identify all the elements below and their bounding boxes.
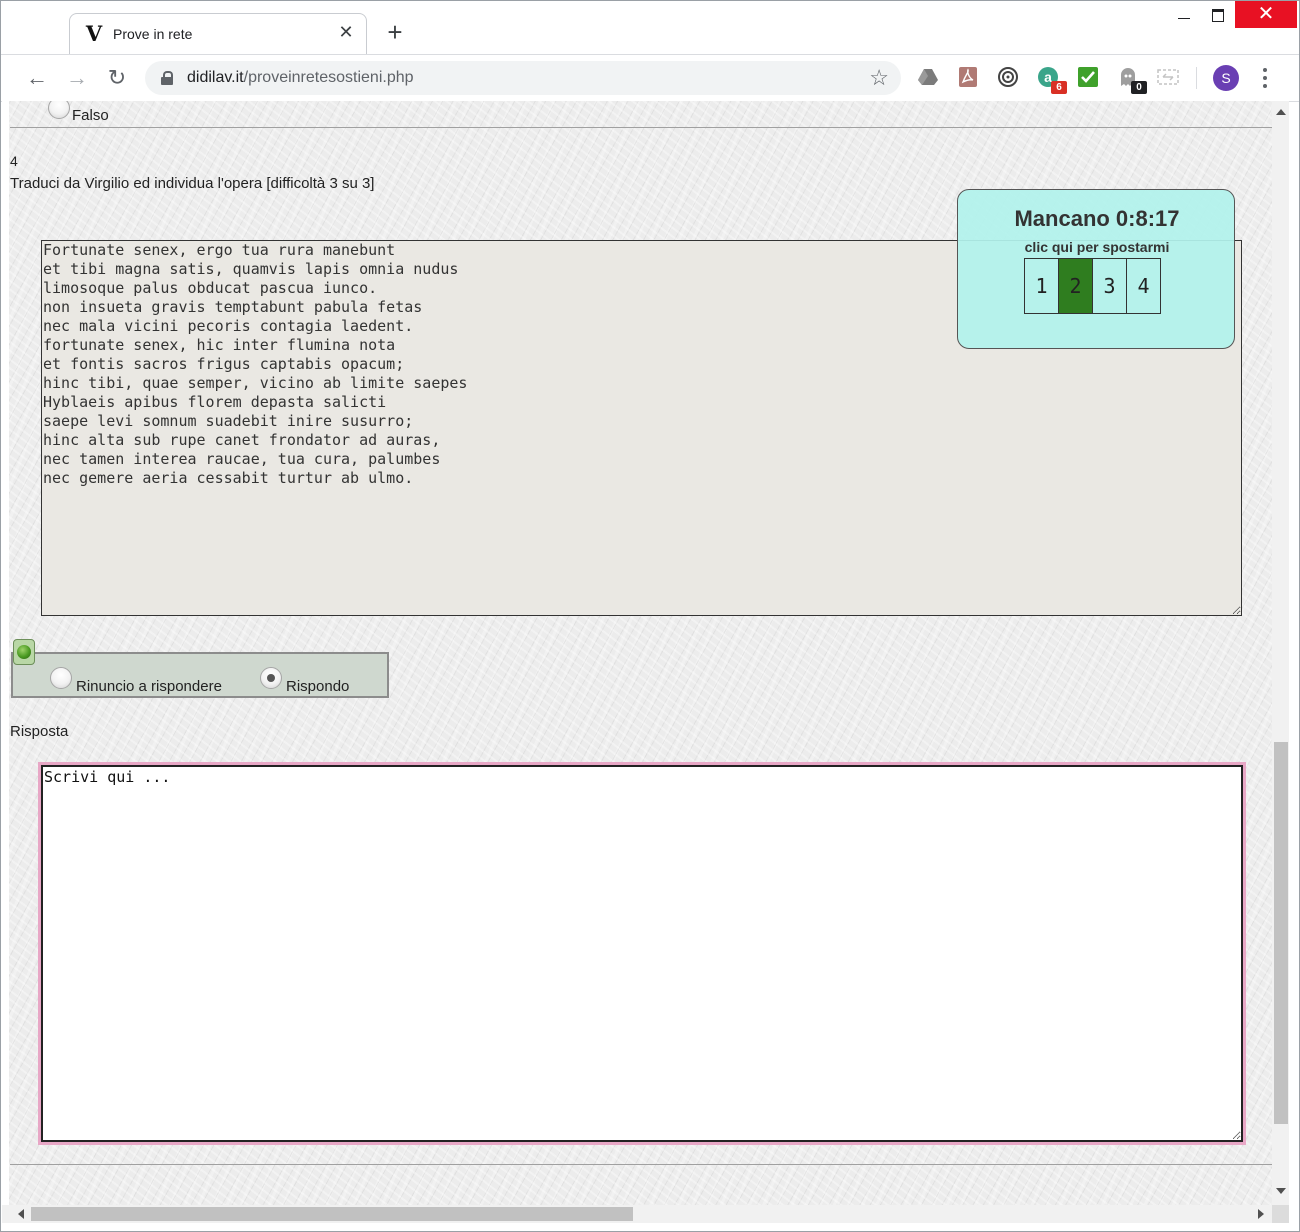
timer-countdown: Mancano 0:8:17 <box>1014 206 1180 231</box>
browser-window: V Prove in rete ✕ + ✕ ← → ↻ didilav.it/p… <box>0 0 1300 1232</box>
bookmark-star-icon[interactable]: ☆ <box>869 66 889 90</box>
grid-extension-icon[interactable] <box>1157 66 1179 88</box>
answer-heading: Risposta <box>10 723 69 740</box>
lock-icon[interactable] <box>161 71 173 85</box>
pdf-icon[interactable] <box>957 66 979 88</box>
new-tab-icon[interactable]: + <box>382 19 408 45</box>
browser-toolbar: ← → ↻ didilav.it/proveinretesostieni.php… <box>1 54 1299 102</box>
podcast-icon[interactable] <box>997 66 1019 88</box>
timer-panel[interactable]: Mancano 0:8:17 clic qui per spostarmi 1 … <box>957 189 1235 349</box>
radio-false-option[interactable] <box>48 101 70 119</box>
forward-arrow-icon[interactable]: → <box>64 65 90 91</box>
scrollbar-corner <box>1272 1205 1289 1223</box>
question-nav-button-active[interactable]: 2 <box>1058 258 1093 314</box>
a-extension-badge: 6 <box>1051 81 1067 94</box>
radio-answer[interactable] <box>260 667 282 689</box>
horizontal-scroll-thumb[interactable] <box>31 1207 633 1221</box>
site-favicon-icon: V <box>85 21 103 46</box>
answer-textarea[interactable]: Scrivi qui ... <box>38 762 1246 1145</box>
page-left-margin <box>2 101 9 1205</box>
ghost-extension-icon[interactable]: 0 <box>1117 66 1147 94</box>
tab-strip: V Prove in rete ✕ + ✕ <box>1 1 1299 54</box>
scroll-right-arrow-icon[interactable] <box>1258 1209 1264 1219</box>
question-divider <box>10 127 1272 128</box>
url-path: /proveinretesostieni.php <box>243 69 414 86</box>
a-extension-icon[interactable]: a 6 <box>1037 66 1067 94</box>
browser-menu-icon[interactable] <box>1255 65 1275 91</box>
reload-icon[interactable]: ↻ <box>104 65 130 91</box>
close-window-button[interactable]: ✕ <box>1235 1 1297 28</box>
scroll-left-arrow-icon[interactable] <box>18 1209 24 1219</box>
question-nav-button[interactable]: 4 <box>1126 258 1161 314</box>
answer-choice-group: Rinuncio a rispondere Rispondo <box>11 652 389 698</box>
horizontal-scrollbar[interactable] <box>2 1205 1272 1223</box>
url-host: didilav.it <box>187 69 244 86</box>
address-bar[interactable]: didilav.it/proveinretesostieni.php ☆ <box>145 61 901 95</box>
answer-label[interactable]: Rispondo <box>286 678 349 695</box>
tab-title: Prove in rete <box>113 26 193 42</box>
radio-renounce[interactable] <box>50 667 72 689</box>
option-false-label: Falso <box>72 107 109 124</box>
url-text[interactable]: didilav.it/proveinretesostieni.php <box>187 69 414 87</box>
tab-close-icon[interactable]: ✕ <box>336 22 356 42</box>
checkmark-extension-icon[interactable] <box>1077 66 1099 88</box>
google-drive-icon[interactable] <box>917 66 939 88</box>
question-number: 4 <box>10 153 18 169</box>
question-nav-button[interactable]: 1 <box>1024 258 1059 314</box>
ghost-extension-badge: 0 <box>1131 81 1147 94</box>
renounce-label[interactable]: Rinuncio a rispondere <box>76 678 222 695</box>
bottom-divider <box>10 1164 1272 1165</box>
page-viewport: Falso 4 Traduci da Virgilio ed individua… <box>2 101 1272 1205</box>
profile-avatar[interactable]: S <box>1213 65 1239 91</box>
timer-move-hint[interactable]: clic qui per spostarmi <box>958 239 1236 255</box>
toolbar-separator <box>1196 67 1197 89</box>
vertical-scroll-thumb[interactable] <box>1274 742 1288 1124</box>
status-indicator-icon <box>13 639 35 665</box>
question-prompt: Traduci da Virgilio ed individua l'opera… <box>10 175 375 192</box>
question-nav-button[interactable]: 3 <box>1092 258 1127 314</box>
scroll-up-arrow-icon[interactable] <box>1276 109 1286 115</box>
scroll-down-arrow-icon[interactable] <box>1276 1188 1286 1194</box>
vertical-scrollbar[interactable] <box>1272 101 1289 1205</box>
back-arrow-icon[interactable]: ← <box>24 65 50 91</box>
question-navigator: 1 2 3 4 <box>1024 258 1161 314</box>
browser-tab[interactable]: V Prove in rete ✕ <box>69 13 367 54</box>
